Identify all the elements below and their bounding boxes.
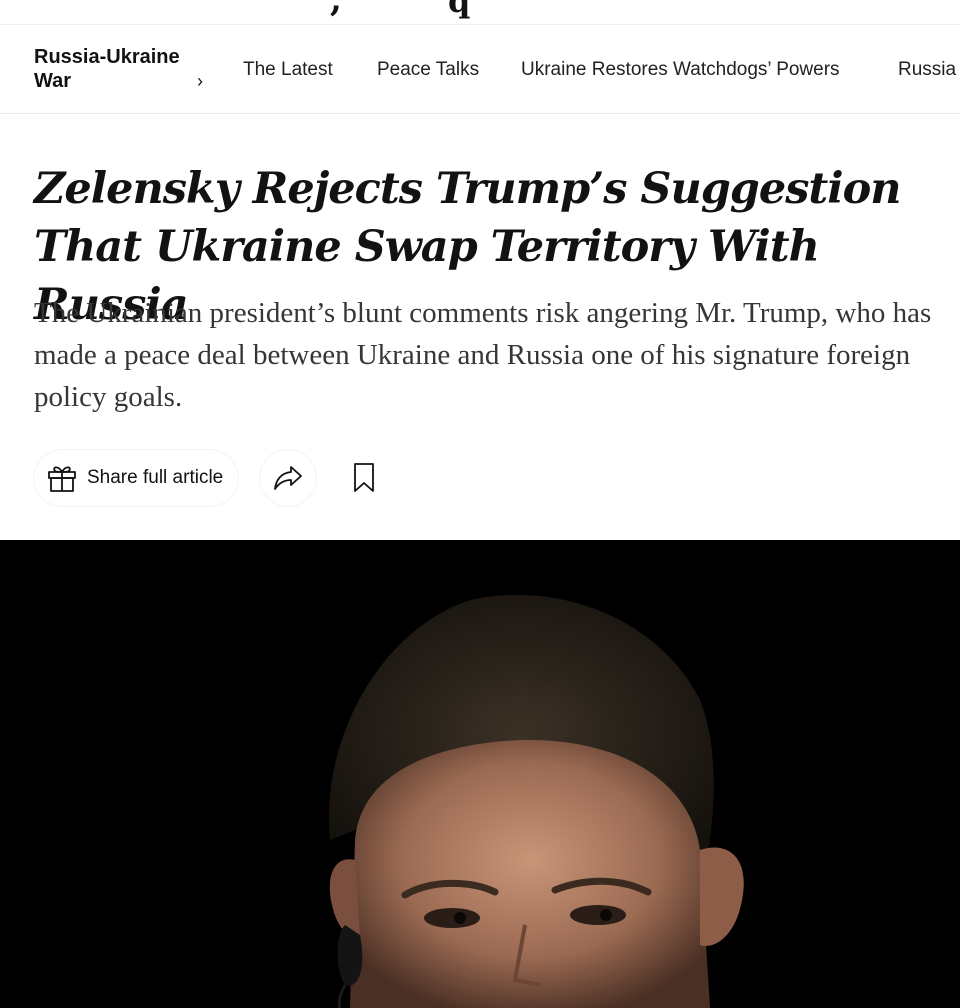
masthead-fragment: q — [448, 0, 471, 20]
lead-photo — [0, 540, 960, 1008]
nav-item-ukraine-restores-watchdogs-powers[interactable]: Ukraine Restores Watchdogs’ Powers — [521, 59, 840, 81]
article-actions: Share full article — [34, 450, 534, 506]
masthead-fragment: , — [330, 0, 342, 20]
gift-icon — [48, 466, 76, 492]
save-article-button[interactable] — [336, 450, 392, 506]
share-button-label: Share full article — [87, 467, 224, 488]
nav-item-peace-talks[interactable]: Peace Talks — [377, 59, 479, 81]
portrait-photo — [0, 540, 960, 1008]
nav-item-the-latest[interactable]: The Latest — [243, 59, 333, 81]
bookmark-icon — [354, 463, 374, 492]
share-button[interactable] — [260, 450, 316, 506]
article-summary: The Ukrainian president’s blunt comments… — [34, 297, 932, 413]
nav-item-russia[interactable]: Russia — [898, 59, 956, 81]
section-nav-bar: Russia-Ukraine War › The Latest Peace Tal… — [0, 24, 960, 114]
share-full-article-button[interactable]: Share full article — [34, 450, 238, 506]
masthead-remnant: , q — [0, 0, 960, 20]
section-nav-items: The Latest Peace Talks Ukraine Restores … — [0, 59, 960, 83]
share-arrow-icon — [274, 466, 302, 490]
